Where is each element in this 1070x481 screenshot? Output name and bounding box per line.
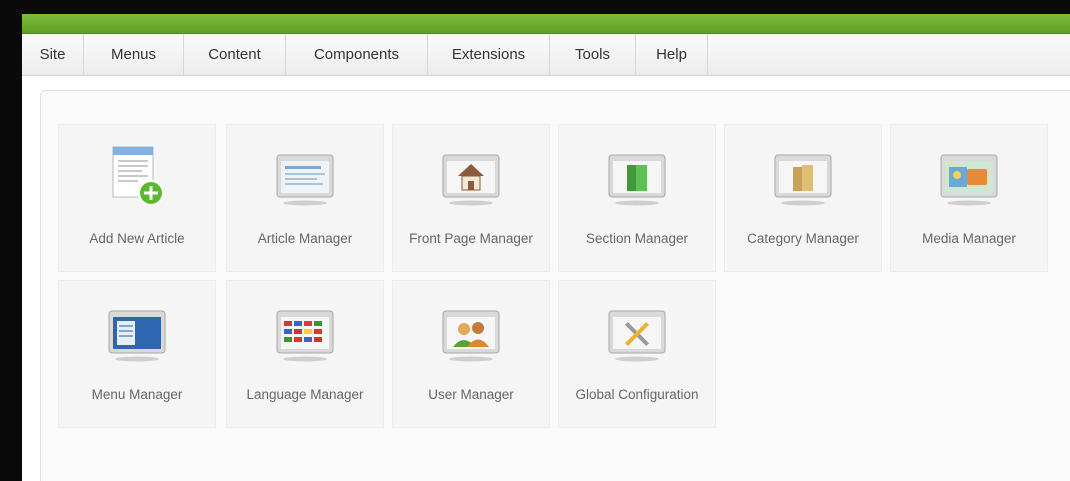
menu-site[interactable]: Site: [22, 34, 84, 76]
tile-label: Front Page Manager: [409, 231, 533, 246]
menu-content[interactable]: Content: [184, 34, 286, 76]
menu-components[interactable]: Components: [286, 34, 428, 76]
front-page-icon: [442, 154, 500, 206]
menu-extensions[interactable]: Extensions: [428, 34, 550, 76]
main-menu-bar: Site Menus Content Components Extensions…: [22, 34, 1070, 76]
tile-global-configuration[interactable]: Global Configuration: [558, 280, 716, 428]
tile-label: Global Configuration: [575, 387, 699, 402]
menu-menus[interactable]: Menus: [84, 34, 184, 76]
menu-manager-icon: [108, 310, 166, 362]
category-icon: [774, 154, 832, 206]
tile-section-manager[interactable]: Section Manager: [558, 124, 716, 272]
window-frame-left: [0, 0, 22, 481]
section-icon: [608, 154, 666, 206]
tile-label: Category Manager: [747, 231, 859, 246]
tile-add-new-article[interactable]: Add New Article: [58, 124, 216, 272]
header-accent-bar: [22, 14, 1070, 34]
tile-category-manager[interactable]: Category Manager: [724, 124, 882, 272]
tile-language-manager[interactable]: Language Manager: [226, 280, 384, 428]
language-icon: [276, 310, 334, 362]
tile-user-manager[interactable]: User Manager: [392, 280, 550, 428]
tile-label: Media Manager: [922, 231, 1016, 246]
article-manager-icon: [276, 154, 334, 206]
tile-label: Add New Article: [89, 231, 185, 246]
tile-label: Section Manager: [585, 231, 689, 246]
media-icon: [940, 154, 998, 206]
user-manager-icon: [442, 310, 500, 362]
menu-help[interactable]: Help: [636, 34, 708, 76]
tile-front-page-manager[interactable]: Front Page Manager: [392, 124, 550, 272]
add-article-icon: [112, 146, 164, 206]
window-frame-top: [0, 0, 1070, 14]
tile-label: User Manager: [428, 387, 514, 402]
menu-tools[interactable]: Tools: [550, 34, 636, 76]
global-config-icon: [608, 310, 666, 362]
tile-label: Language Manager: [246, 387, 364, 402]
tile-media-manager[interactable]: Media Manager: [890, 124, 1048, 272]
tile-article-manager[interactable]: Article Manager: [226, 124, 384, 272]
tile-menu-manager[interactable]: Menu Manager: [58, 280, 216, 428]
tile-label: Menu Manager: [91, 387, 183, 402]
tile-label: Article Manager: [257, 231, 353, 246]
